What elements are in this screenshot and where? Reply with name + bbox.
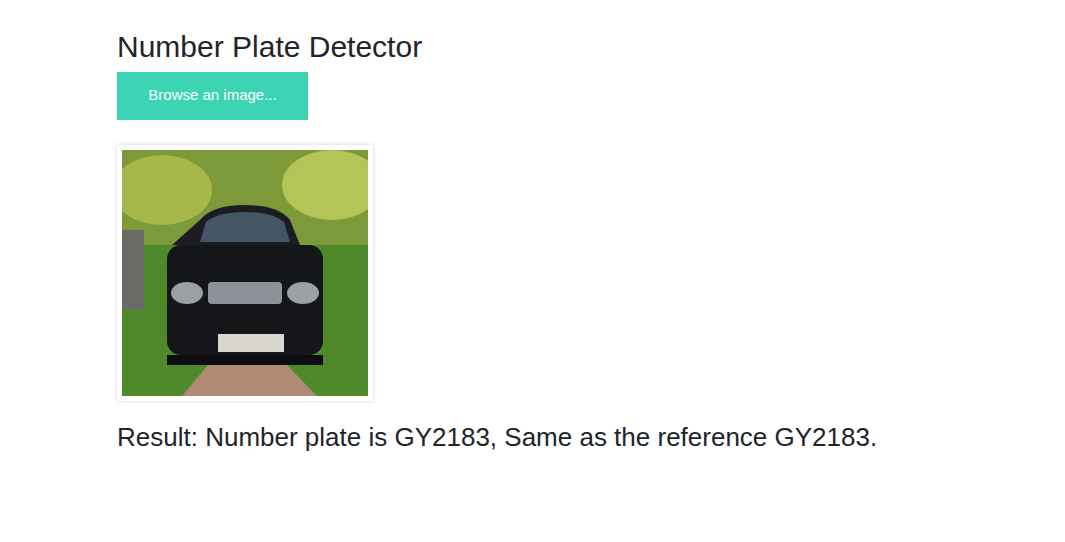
image-preview: [117, 145, 373, 401]
result-text: Result: Number plate is GY2183, Same as …: [117, 421, 1045, 455]
upload-area: Browse an image...: [117, 72, 1045, 120]
car-photo: [122, 150, 368, 396]
page: Number Plate Detector Browse an image... R…: [0, 0, 1065, 490]
browse-button[interactable]: Browse an image...: [117, 72, 308, 120]
page-title: Number Plate Detector: [117, 28, 1045, 66]
